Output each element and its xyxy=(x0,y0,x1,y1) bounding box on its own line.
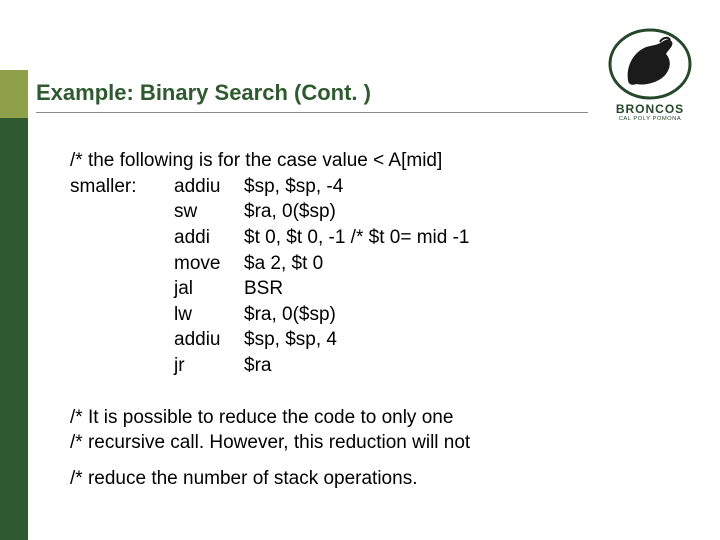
code-args: $sp, $sp, -4 xyxy=(244,174,610,200)
code-row: addi $t 0, $t 0, -1 /* $t 0= mid -1 xyxy=(70,225,610,251)
code-row: smaller: addiu $sp, $sp, -4 xyxy=(70,174,610,200)
note-line: /* recursive call. However, this reducti… xyxy=(70,430,610,456)
code-row: lw $ra, 0($sp) xyxy=(70,302,610,328)
code-args: $ra, 0($sp) xyxy=(244,199,610,225)
code-args: $ra, 0($sp) xyxy=(244,302,610,328)
slide-body: /* the following is for the case value <… xyxy=(70,148,610,492)
code-row: jal BSR xyxy=(70,276,610,302)
notes-block: /* It is possible to reduce the code to … xyxy=(70,405,610,492)
code-row: sw $ra, 0($sp) xyxy=(70,199,610,225)
code-args: $t 0, $t 0, -1 /* $t 0= mid -1 xyxy=(244,225,610,251)
code-op: jr xyxy=(174,353,244,379)
note-line: /* It is possible to reduce the code to … xyxy=(70,405,610,431)
code-op: sw xyxy=(174,199,244,225)
code-row: move $a 2, $t 0 xyxy=(70,251,610,277)
code-op: jal xyxy=(174,276,244,302)
code-comment: /* the following is for the case value <… xyxy=(70,148,610,174)
left-accent-bar-highlight xyxy=(0,70,28,118)
note-line: /* reduce the number of stack operations… xyxy=(70,466,610,492)
code-label: smaller: xyxy=(70,174,174,200)
code-args: $ra xyxy=(244,353,610,379)
code-row: jr $ra xyxy=(70,353,610,379)
logo-subline: CAL POLY POMONA xyxy=(598,116,702,122)
title-underline xyxy=(36,112,588,113)
slide: BRONCOS CAL POLY POMONA Example: Binary … xyxy=(0,0,720,540)
code-op: addiu xyxy=(174,174,244,200)
code-op: move xyxy=(174,251,244,277)
code-args: $sp, $sp, 4 xyxy=(244,327,610,353)
code-op: lw xyxy=(174,302,244,328)
code-args: BSR xyxy=(244,276,610,302)
code-args: $a 2, $t 0 xyxy=(244,251,610,277)
code-op: addiu xyxy=(174,327,244,353)
logo: BRONCOS CAL POLY POMONA xyxy=(598,28,702,122)
code-row: addiu $sp, $sp, 4 xyxy=(70,327,610,353)
page-title: Example: Binary Search (Cont. ) xyxy=(36,80,588,106)
left-accent-bar xyxy=(0,70,28,540)
logo-wordmark: BRONCOS xyxy=(598,102,702,116)
code-op: addi xyxy=(174,225,244,251)
bronco-horse-icon xyxy=(606,28,694,100)
